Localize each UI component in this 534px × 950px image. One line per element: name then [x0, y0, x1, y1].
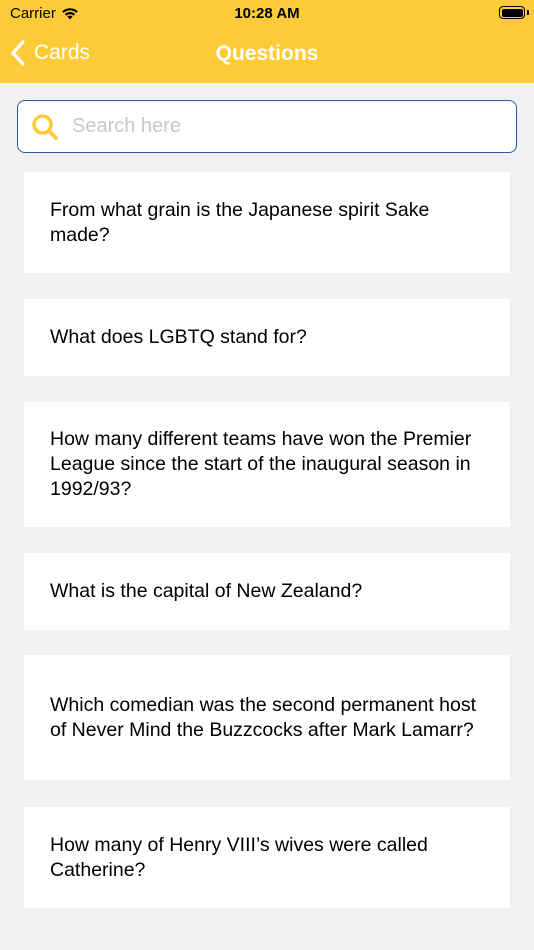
battery-level [501, 8, 523, 17]
question-card-4[interactable]: What is the capital of New Zealand? [24, 553, 510, 630]
question-text: From what grain is the Japanese spirit S… [50, 198, 430, 246]
search-icon [31, 113, 59, 141]
status-bar: Carrier 10:28 AM [0, 0, 534, 28]
question-card-5[interactable]: Which comedian was the second permanent … [24, 655, 510, 780]
question-text: Which comedian was the second permanent … [50, 693, 476, 741]
page-title: Questions [215, 42, 319, 65]
question-card-2[interactable]: What does LGBTQ stand for? [24, 299, 510, 376]
battery-icon [499, 6, 525, 19]
question-text: What does LGBTQ stand for? [50, 326, 307, 348]
question-text: How many of Henry VIII’s wives were call… [50, 833, 428, 881]
battery-cap [527, 10, 529, 15]
question-text: How many different teams have won the Pr… [50, 428, 472, 500]
status-time: 10:28 AM [234, 5, 300, 22]
header: Carrier 10:28 AM Cards Questions [0, 0, 534, 83]
question-text: What is the capital of New Zealand? [50, 580, 363, 602]
question-card-6[interactable]: How many of Henry VIII’s wives were call… [24, 807, 510, 908]
question-card-3[interactable]: How many different teams have won the Pr… [24, 402, 510, 527]
navigation-bar: Cards Questions [0, 28, 534, 83]
question-card-1[interactable]: From what grain is the Japanese spirit S… [24, 172, 510, 273]
search-bar[interactable] [17, 100, 517, 153]
search-input[interactable] [70, 114, 494, 139]
